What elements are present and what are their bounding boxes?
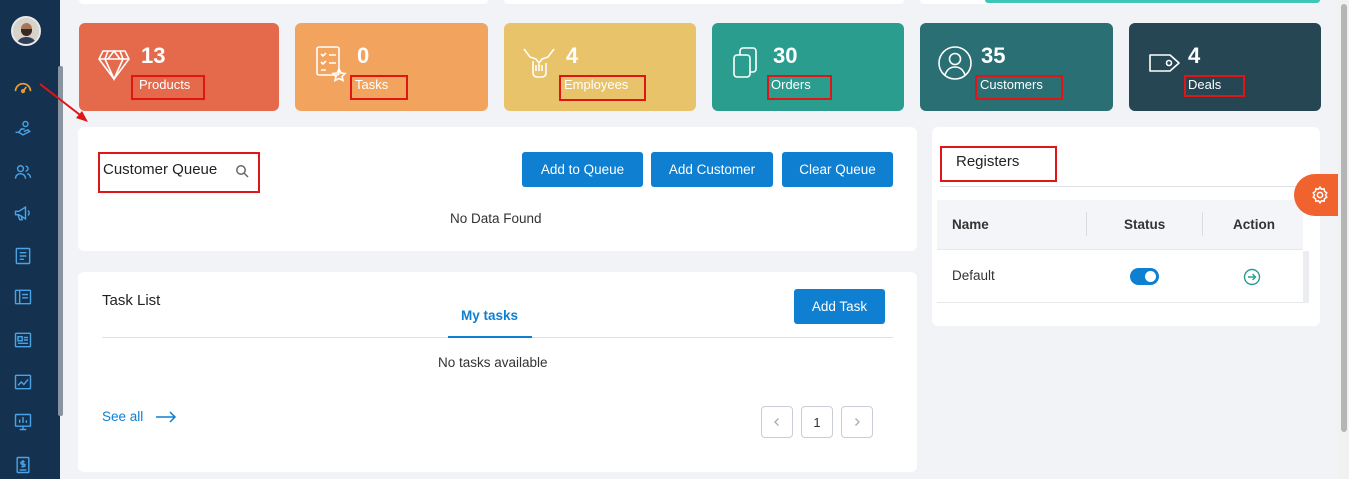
annotation-box [131, 75, 205, 100]
stat-card-orders[interactable]: 30 Orders [712, 23, 904, 111]
column-header-name: Name [952, 217, 989, 232]
queue-empty-text: No Data Found [450, 211, 542, 226]
stat-value: 13 [141, 43, 166, 68]
stat-card-products[interactable]: 13 Products [79, 23, 279, 111]
column-header-status: Status [1124, 217, 1166, 232]
see-all-link[interactable]: See all [102, 409, 177, 424]
tab-my-tasks[interactable]: My tasks [461, 308, 518, 323]
annotation-box [975, 75, 1063, 100]
top-panel-middle [504, 0, 904, 4]
avatar[interactable] [11, 16, 41, 46]
see-all-label: See all [102, 409, 144, 424]
page-scrollbar[interactable] [1338, 0, 1349, 479]
gear-icon [1312, 185, 1328, 205]
register-name: Default [952, 268, 995, 283]
megaphone-icon[interactable] [12, 202, 34, 224]
tasks-empty-text: No tasks available [438, 355, 548, 370]
presentation-chart-icon[interactable] [12, 411, 34, 433]
stat-card-deals[interactable]: 4 Deals [1129, 23, 1321, 111]
stat-card-customers[interactable]: 35 Customers [920, 23, 1113, 111]
task-list-panel: Task List My tasks Add Task No tasks ava… [78, 272, 917, 472]
trend-chart-icon[interactable] [12, 371, 34, 393]
annotation-box [98, 152, 260, 193]
users-icon[interactable] [12, 161, 34, 183]
column-divider [1086, 212, 1087, 236]
column-divider [1202, 212, 1203, 236]
chevron-left-icon [774, 418, 779, 426]
annotation-box [1184, 75, 1245, 97]
table-scrollbar[interactable] [1303, 251, 1309, 303]
annotation-box [767, 75, 832, 100]
prev-page-button[interactable] [761, 406, 793, 438]
stat-value: 30 [773, 43, 798, 68]
copy-icon [730, 43, 764, 83]
arrow-circle-right-icon[interactable] [1243, 268, 1261, 286]
tag-icon [1147, 43, 1181, 83]
top-panel-accent [985, 0, 1320, 3]
checklist-icon [313, 43, 347, 83]
annotation-box [940, 146, 1057, 182]
add-customer-button[interactable]: Add Customer [651, 152, 773, 187]
status-toggle[interactable] [1130, 268, 1159, 285]
stat-value: 0 [357, 43, 370, 68]
stat-value: 35 [981, 43, 1006, 68]
stat-value: 4 [566, 43, 579, 68]
annotation-box [350, 75, 408, 100]
tab-active-indicator [448, 336, 532, 338]
invoice-icon[interactable] [12, 454, 34, 476]
hand-coins-icon[interactable] [12, 118, 34, 140]
registers-panel: Registers Name Status Action Default [932, 127, 1320, 326]
customer-queue-panel: Customer Queue Add to Queue Add Customer… [78, 127, 917, 251]
clear-queue-button[interactable]: Clear Queue [782, 152, 893, 187]
id-card-icon[interactable] [12, 329, 34, 351]
diamond-icon [97, 43, 131, 83]
sidebar [0, 0, 63, 479]
top-panel-left [79, 0, 488, 4]
column-header-action: Action [1233, 217, 1275, 232]
stat-card-employees[interactable]: 4 Employees [504, 23, 696, 111]
stat-card-tasks[interactable]: 0 Tasks [295, 23, 488, 111]
add-task-button[interactable]: Add Task [794, 289, 885, 324]
annotation-box [559, 75, 646, 101]
dashboard-icon[interactable] [12, 76, 34, 98]
page-number-button[interactable]: 1 [801, 406, 833, 438]
list-icon[interactable] [12, 245, 34, 267]
handshake-icon [522, 43, 556, 83]
stat-value: 4 [1188, 43, 1201, 68]
add-to-queue-button[interactable]: Add to Queue [522, 152, 643, 187]
table-header: Name Status Action [937, 200, 1303, 250]
registers-divider [940, 186, 1320, 187]
table-row: Default [937, 251, 1303, 303]
arrow-right-icon [156, 410, 177, 423]
chevron-right-icon [855, 418, 860, 426]
book-icon[interactable] [12, 286, 34, 308]
task-list-title: Task List [102, 292, 161, 309]
next-page-button[interactable] [841, 406, 873, 438]
user-circle-icon [938, 43, 972, 83]
